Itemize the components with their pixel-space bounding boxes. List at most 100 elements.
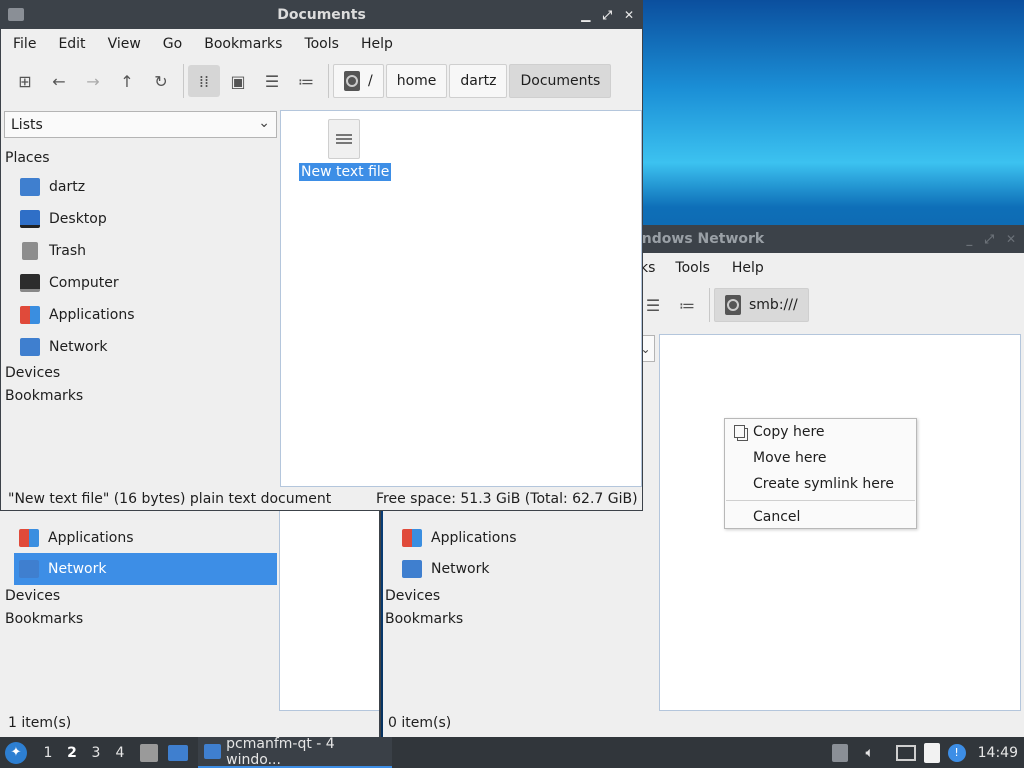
menu-view[interactable]: View: [108, 36, 141, 52]
update-notifier-icon[interactable]: !: [947, 743, 966, 762]
menu-edit[interactable]: Edit: [58, 36, 85, 52]
bookmarks-header[interactable]: Bookmarks: [5, 611, 83, 627]
bookmarks-header[interactable]: Bookmarks: [5, 388, 83, 404]
cancel-item[interactable]: Cancel: [725, 504, 916, 530]
network-folder-icon: [20, 338, 40, 356]
drop-context-menu: Copy here Move here Create symlink here …: [724, 418, 917, 529]
devices-header[interactable]: Devices: [385, 588, 440, 604]
menu-separator: [726, 500, 915, 501]
desktop-switch-1[interactable]: 1: [36, 745, 60, 761]
icon-view-icon[interactable]: ⁞⁞: [188, 65, 220, 97]
toolbar: ⊞ ← → ↑ ↻ ⁞⁞ ▣ ☰ ≔ / home dartz Document…: [1, 59, 642, 103]
sidebar-item-trash[interactable]: Trash: [15, 235, 277, 267]
sidebar-item-label: dartz: [49, 179, 86, 195]
sidebar-item-label: Network: [431, 561, 490, 577]
places-header[interactable]: Places: [5, 150, 50, 166]
devices-header[interactable]: Devices: [5, 365, 60, 381]
path-dartz-button[interactable]: dartz: [449, 64, 508, 98]
tray-expand-icon[interactable]: [831, 743, 848, 762]
window-title: Documents: [277, 7, 366, 23]
clock[interactable]: 14:49: [978, 745, 1018, 761]
move-here-item[interactable]: Move here: [725, 445, 916, 471]
chevron-down-icon: ⌄: [258, 115, 270, 131]
new-tab-icon[interactable]: ⊞: [9, 65, 41, 97]
start-menu-icon[interactable]: ✦: [5, 741, 27, 764]
devices-header[interactable]: Devices: [5, 588, 60, 604]
status-bar: 0 item(s): [388, 715, 452, 731]
file-manager-launcher-icon[interactable]: [140, 743, 158, 762]
drive-icon: [344, 71, 360, 91]
home-folder-icon: [20, 178, 40, 196]
applications-icon: [402, 529, 422, 547]
menu-tools[interactable]: Tools: [304, 36, 339, 52]
maximize-icon[interactable]: ⤢: [602, 8, 612, 23]
window-title: indows Network: [637, 231, 765, 247]
sidebar-item-network[interactable]: Network: [397, 553, 637, 585]
menu-help[interactable]: Help: [361, 36, 393, 52]
clipboard-icon[interactable]: [923, 742, 940, 763]
status-selection-info: "New text file" (16 bytes) plain text do…: [8, 491, 332, 507]
status-bar: 1 item(s): [8, 715, 72, 731]
documents-window: Documents ▁ ⤢ ✕ File Edit View Go Bookma…: [0, 0, 643, 511]
menu-go[interactable]: Go: [163, 36, 182, 52]
sidebar-item-applications[interactable]: Applications: [14, 522, 277, 554]
close-icon[interactable]: ✕: [624, 8, 634, 22]
detailed-view-icon[interactable]: ≔: [290, 65, 322, 97]
sidebar-item-computer[interactable]: Computer: [15, 267, 277, 299]
forward-arrow-icon[interactable]: →: [77, 65, 109, 97]
file-view-panel[interactable]: [279, 508, 379, 711]
side-pane-mode-select[interactable]: Lists ⌄: [4, 111, 277, 138]
sidebar-item-label: Applications: [431, 530, 517, 546]
file-view-panel[interactable]: New text file: [280, 110, 642, 487]
close-icon[interactable]: ✕: [1006, 232, 1016, 246]
sidebar-item-desktop[interactable]: Desktop: [15, 203, 277, 235]
desktop-switch-4[interactable]: 4: [108, 745, 132, 761]
back-arrow-icon[interactable]: ←: [43, 65, 75, 97]
minimize-icon[interactable]: ▁: [581, 8, 590, 22]
compact-view-icon[interactable]: ≔: [671, 289, 703, 321]
sidebar-item-applications[interactable]: Applications: [397, 522, 637, 554]
create-symlink-item[interactable]: Create symlink here: [725, 471, 916, 497]
applications-icon: [19, 529, 39, 547]
compact-view-icon[interactable]: ☰: [256, 65, 288, 97]
path-home-button[interactable]: home: [385, 64, 448, 98]
thumbnail-view-icon[interactable]: ▣: [222, 65, 254, 97]
volume-icon[interactable]: 🔈︎: [860, 745, 880, 761]
reload-icon[interactable]: ↻: [145, 65, 177, 97]
folder-icon: [8, 8, 24, 21]
status-free-space: Free space: 51.3 GiB (Total: 62.7 GiB): [376, 491, 638, 507]
menu-help[interactable]: Help: [732, 260, 764, 276]
drive-icon: [725, 295, 741, 315]
show-desktop-icon[interactable]: [168, 744, 188, 761]
copy-here-item[interactable]: Copy here: [725, 419, 916, 445]
desktop-switch-3[interactable]: 3: [84, 745, 108, 761]
sidebar-item-label: Network: [49, 339, 108, 355]
desktop-icon: [20, 210, 40, 228]
sidebar-item-label: Desktop: [49, 211, 107, 227]
menu-file[interactable]: File: [13, 36, 36, 52]
desktop-switch-2[interactable]: 2: [60, 745, 84, 761]
window-titlebar[interactable]: Documents ▁ ⤢ ✕: [1, 1, 642, 29]
text-file-icon[interactable]: [328, 119, 360, 159]
sidebar-item-network[interactable]: Network: [14, 553, 277, 585]
maximize-icon[interactable]: ⤢: [984, 232, 994, 247]
path-button[interactable]: smb:///: [714, 288, 809, 322]
menu-tools[interactable]: Tools: [675, 260, 710, 276]
menu-bookmarks[interactable]: Bookmarks: [204, 36, 282, 52]
folder-icon: [204, 744, 222, 759]
file-name-label[interactable]: New text file: [299, 163, 392, 181]
network-folder-icon: [19, 560, 39, 578]
trash-icon: [22, 242, 38, 260]
network-status-icon[interactable]: [895, 744, 916, 761]
task-button-pcmanfm[interactable]: pcmanfm-qt - 4 windo...: [198, 736, 392, 768]
computer-icon: [20, 274, 40, 292]
sidebar-item-network[interactable]: Network: [15, 331, 277, 363]
sidebar-item-applications[interactable]: Applications: [15, 299, 277, 331]
network-folder-icon: [402, 560, 422, 578]
bookmarks-header[interactable]: Bookmarks: [385, 611, 463, 627]
minimize-icon[interactable]: _: [966, 232, 972, 246]
path-root-button[interactable]: /: [333, 64, 384, 98]
sidebar-item-home[interactable]: dartz: [15, 171, 277, 203]
path-documents-button[interactable]: Documents: [509, 64, 612, 98]
up-arrow-icon[interactable]: ↑: [111, 65, 143, 97]
